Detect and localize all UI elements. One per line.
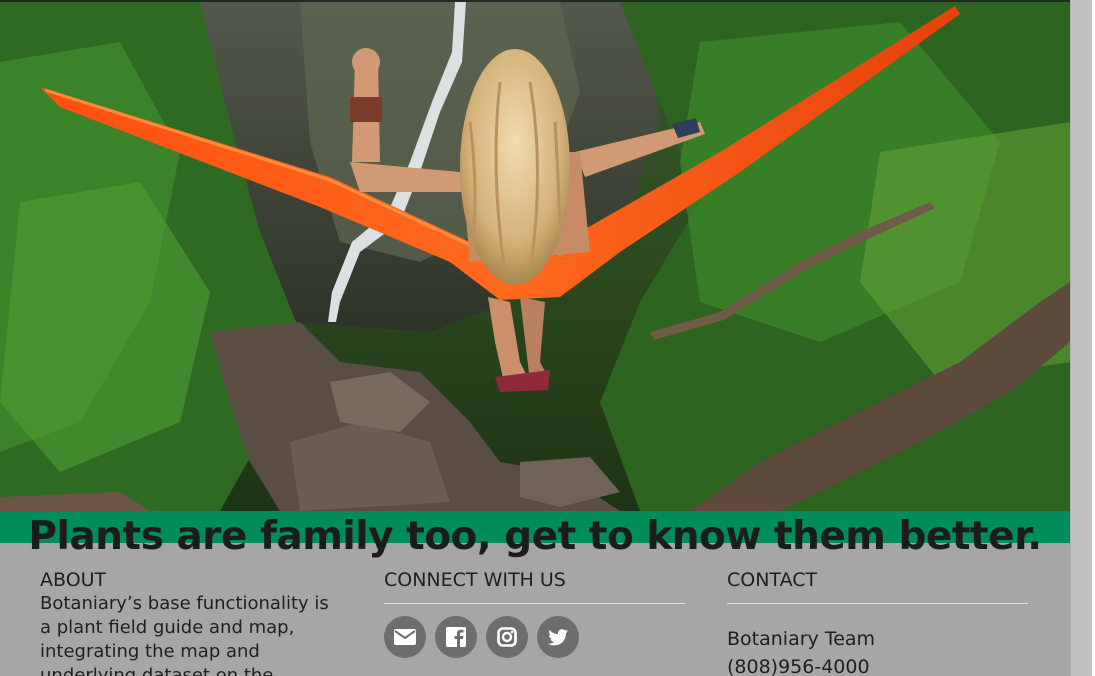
contact-name: Botaniary Team — [727, 628, 876, 650]
tagline: Plants are family too, get to know them … — [28, 514, 1042, 559]
vertical-scrollbar[interactable] — [1070, 0, 1095, 676]
connect-heading: CONNECT WITH US — [384, 569, 566, 591]
twitter-icon — [548, 628, 568, 645]
contact-heading: CONTACT — [727, 569, 818, 591]
social-links — [384, 616, 685, 658]
contact-section: CONTACT Botaniary Team (808)956-4000 — [727, 568, 1028, 676]
connect-section: CONNECT WITH US — [384, 568, 685, 658]
contact-phone[interactable]: (808)956-4000 — [727, 652, 1028, 676]
instagram-link[interactable] — [486, 616, 528, 658]
envelope-icon — [394, 629, 416, 645]
about-text: Botaniary’s base functionality is a plan… — [40, 593, 329, 676]
instagram-icon — [497, 627, 517, 647]
facebook-icon — [446, 627, 466, 647]
about-section: ABOUT Botaniary’s base functionality is … — [40, 568, 340, 676]
contact-divider — [727, 603, 1028, 604]
hero-image — [0, 2, 1070, 511]
email-link[interactable] — [384, 616, 426, 658]
facebook-link[interactable] — [435, 616, 477, 658]
about-heading: ABOUT — [40, 569, 107, 591]
twitter-link[interactable] — [537, 616, 579, 658]
connect-divider — [384, 603, 685, 604]
page: Plants are family too, get to know them … — [0, 0, 1070, 676]
